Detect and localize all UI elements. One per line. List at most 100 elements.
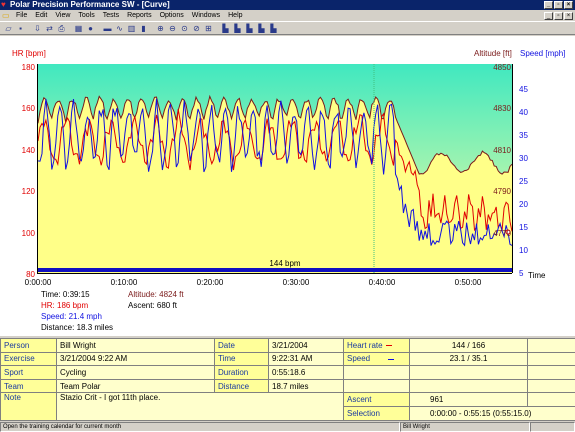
document-icon[interactable]: ▭ — [2, 11, 12, 20]
speed-label: Speed — [343, 351, 410, 367]
speed-tick: 40 — [519, 108, 528, 117]
duration-label: Duration — [214, 365, 269, 380]
curve-icon[interactable]: ∿ — [114, 23, 125, 34]
time-tick: 0:10:00 — [111, 278, 138, 287]
menu-tools[interactable]: Tools — [74, 10, 98, 21]
mdi-minimize-button[interactable]: _ — [544, 12, 553, 20]
transfer-icon[interactable]: ⇄ — [44, 23, 55, 34]
status-message: Open the training calendar for current m… — [0, 422, 400, 432]
note-value[interactable]: Stazio Crit - I got 11th place. — [56, 392, 344, 421]
toolbar: ▱ ▪ ⇩ ⇄ ⎙ ▦ ● ▬ ∿ ▥ ▮ ⊕ ⊖ ⊙ ⊘ ⊞ ▙ ▙ ▙ ▙ … — [0, 21, 575, 35]
report-2-icon[interactable]: ▙ — [232, 23, 243, 34]
restore-button[interactable]: ▫ — [554, 1, 563, 9]
speed-tick: 5 — [519, 269, 524, 278]
menu-edit[interactable]: Edit — [31, 10, 51, 21]
sport-value[interactable]: Cycling — [56, 365, 215, 380]
hr-tick: 100 — [22, 229, 36, 238]
report-3-icon[interactable]: ▙ — [244, 23, 255, 34]
menu-windows[interactable]: Windows — [188, 10, 224, 21]
table-row: Person Bill Wright Date 3/21/2004 Heart … — [0, 338, 575, 353]
mdi-restore-button[interactable]: ▫ — [554, 12, 563, 20]
heart-rate-value: 144 / 166 — [409, 338, 528, 353]
ascent-label: Ascent — [343, 392, 410, 407]
sport-label: Sport — [0, 365, 57, 380]
speed-tick: 45 — [519, 85, 528, 94]
report-1-icon[interactable]: ▙ — [220, 23, 231, 34]
speed-value: 23.1 / 35.1 — [409, 351, 528, 367]
zoom-out-icon[interactable]: ⊖ — [167, 23, 178, 34]
team-label: Team — [0, 378, 57, 394]
table-row: Team Team Polar Distance 18.7 miles — [0, 378, 575, 394]
altitude-tick: 4810 — [493, 146, 511, 155]
time-tick: 0:20:00 — [197, 278, 224, 287]
speed-tick: 10 — [519, 246, 528, 255]
time-axis-label: Time — [528, 271, 546, 280]
hr-tick: 120 — [22, 187, 36, 196]
zone-icon[interactable]: ▥ — [126, 23, 137, 34]
altitude-tick: 4790 — [493, 187, 511, 196]
globe-icon[interactable]: ● — [85, 23, 96, 34]
distance-label: Distance — [214, 378, 269, 394]
calendar-icon[interactable]: ▦ — [73, 23, 84, 34]
speed-axis-title: Speed [mph] — [520, 49, 565, 58]
person-value[interactable]: Bill Wright — [56, 338, 215, 353]
menu-reports[interactable]: Reports — [123, 10, 156, 21]
save-icon[interactable]: ▪ — [15, 23, 26, 34]
menu-options[interactable]: Options — [156, 10, 188, 21]
time-tick: 0:40:00 — [369, 278, 396, 287]
person-label: Person — [0, 338, 57, 353]
folder-icon[interactable]: ▬ — [102, 23, 113, 34]
title-bar: ♥ Polar Precision Performance SW - [Curv… — [0, 0, 575, 10]
ascent-value: 961 — [409, 392, 528, 407]
cursor-ascent: Ascent: 680 ft — [128, 301, 178, 310]
status-extra — [530, 422, 575, 432]
speed-tick: 15 — [519, 223, 528, 232]
window-controls: _ ▫ × — [544, 1, 573, 9]
time-tick: 0:00:00 — [25, 278, 52, 287]
team-value[interactable]: Team Polar — [56, 378, 215, 394]
exercise-value[interactable]: 3/21/2004 9:22 AM — [56, 351, 215, 367]
print-icon[interactable]: ⎙ — [56, 23, 67, 34]
hr-legend-icon — [385, 345, 392, 347]
mdi-close-button[interactable]: × — [564, 12, 573, 20]
speed-tick: 30 — [519, 154, 528, 163]
bars-icon[interactable]: ▮ — [138, 23, 149, 34]
selection-value[interactable]: 0:00:00 - 0:55:15 (0:55:15.0) — [409, 405, 575, 421]
open-icon[interactable]: ▱ — [3, 23, 14, 34]
filter-icon[interactable]: ⊘ — [191, 23, 202, 34]
time-value[interactable]: 9:22:31 AM — [268, 351, 344, 367]
selection-label: Selection — [343, 405, 410, 421]
speed-legend-icon — [388, 358, 395, 360]
cursor-altitude: Altitude: 4824 ft — [128, 290, 184, 299]
duration-value[interactable]: 0:55:18.6 — [268, 365, 344, 380]
menu-help[interactable]: Help — [224, 10, 246, 21]
cursor-hr: HR: 186 bpm — [41, 301, 88, 310]
distance-value[interactable]: 18.7 miles — [268, 378, 344, 394]
exercise-label: Exercise — [0, 351, 57, 367]
status-user: Bill Wright — [400, 422, 530, 432]
table-row: Note Stazio Crit - I got 11th place. Asc… — [0, 392, 575, 421]
date-value[interactable]: 3/21/2004 — [268, 338, 344, 353]
time-tick: 0:30:00 — [283, 278, 310, 287]
minimize-button[interactable]: _ — [544, 1, 553, 9]
menu-tests[interactable]: Tests — [99, 10, 123, 21]
altitude-tick: 4830 — [493, 104, 511, 113]
download-icon[interactable]: ⇩ — [32, 23, 43, 34]
exercise-summary-table: Person Bill Wright Date 3/21/2004 Heart … — [0, 338, 575, 421]
window-title: Polar Precision Performance SW - [Curve] — [10, 0, 170, 9]
threshold-label: 144 bpm — [269, 259, 300, 268]
time-label: Time — [214, 351, 269, 367]
menu-file[interactable]: File — [12, 10, 31, 21]
hr-tick: 180 — [22, 63, 36, 72]
menu-view[interactable]: View — [51, 10, 74, 21]
zoom-reset-icon[interactable]: ⊙ — [179, 23, 190, 34]
speed-tick: 25 — [519, 177, 528, 186]
report-5-icon[interactable]: ▙ — [268, 23, 279, 34]
report-4-icon[interactable]: ▙ — [256, 23, 267, 34]
zoom-in-icon[interactable]: ⊕ — [155, 23, 166, 34]
close-button[interactable]: × — [564, 1, 573, 9]
compare-icon[interactable]: ⊞ — [203, 23, 214, 34]
time-tick: 0:50:00 — [455, 278, 482, 287]
curve-chart[interactable]: 144 bpm HR [bpm] Altitude [ft] Speed [mp… — [0, 36, 575, 336]
heart-rate-label: Heart rate — [343, 338, 410, 353]
